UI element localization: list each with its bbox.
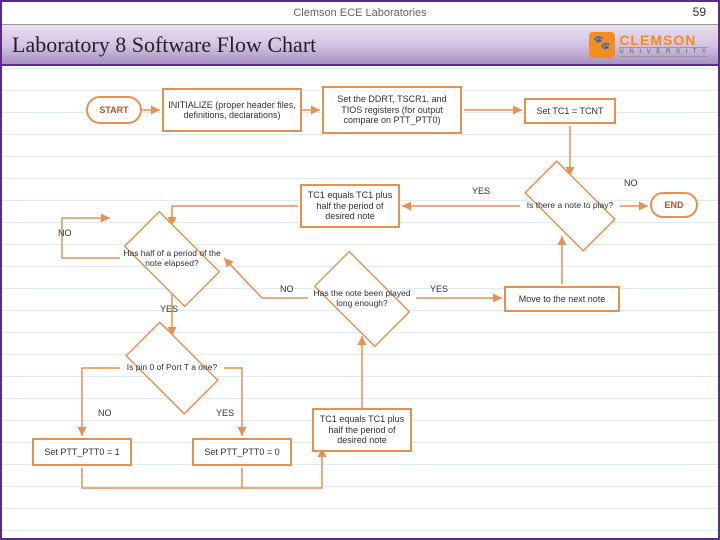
node-set-registers: Set the DDRT, TSCR1, and TIOS registers … <box>322 86 462 134</box>
node-tc1-half-1: TC1 equals TC1 plus half the period of d… <box>300 184 400 228</box>
node-end: END <box>650 192 698 218</box>
label-no-4: NO <box>98 408 112 418</box>
label-yes-1: YES <box>472 186 490 196</box>
node-long-enough: Has the note been played long enough? <box>302 264 422 334</box>
logo-text-main: CLEMSON <box>619 33 708 47</box>
clemson-logo: CLEMSON U N I V E R S I T Y <box>589 32 708 58</box>
page-title: Laboratory 8 Software Flow Chart <box>12 32 316 58</box>
node-set-tc1: Set TC1 = TCNT <box>524 98 616 124</box>
node-note-to-play: Is there a note to play? <box>512 174 628 238</box>
page-number: 59 <box>693 5 706 19</box>
label-yes-2: YES <box>160 304 178 314</box>
node-set-ptt0-0: Set PTT_PTT0 = 0 <box>192 438 292 466</box>
node-pin0: Is pin 0 of Port T a one? <box>114 334 230 402</box>
label-no-3: NO <box>280 284 294 294</box>
paw-icon <box>589 32 615 58</box>
label-no-2: NO <box>58 228 72 238</box>
org-label: Clemson ECE Laboratories <box>293 7 426 19</box>
node-half-period: Has half of a period of the note elapsed… <box>112 224 232 294</box>
label-yes-4: YES <box>216 408 234 418</box>
node-set-ptt0-1: Set PTT_PTT0 = 1 <box>32 438 132 466</box>
flowchart-canvas: START INITIALIZE (proper header files, d… <box>2 68 718 538</box>
node-initialize: INITIALIZE (proper header files, definit… <box>162 88 302 132</box>
node-start: START <box>86 96 142 124</box>
label-no-1: NO <box>624 178 638 188</box>
node-move-next: Move to the next note <box>504 286 620 312</box>
label-yes-3: YES <box>430 284 448 294</box>
node-tc1-half-2: TC1 equals TC1 plus half the period of d… <box>312 408 412 452</box>
header-strip: Clemson ECE Laboratories 59 <box>2 2 718 24</box>
logo-text-sub: U N I V E R S I T Y <box>619 47 708 57</box>
title-bar: Laboratory 8 Software Flow Chart CLEMSON… <box>2 24 718 66</box>
